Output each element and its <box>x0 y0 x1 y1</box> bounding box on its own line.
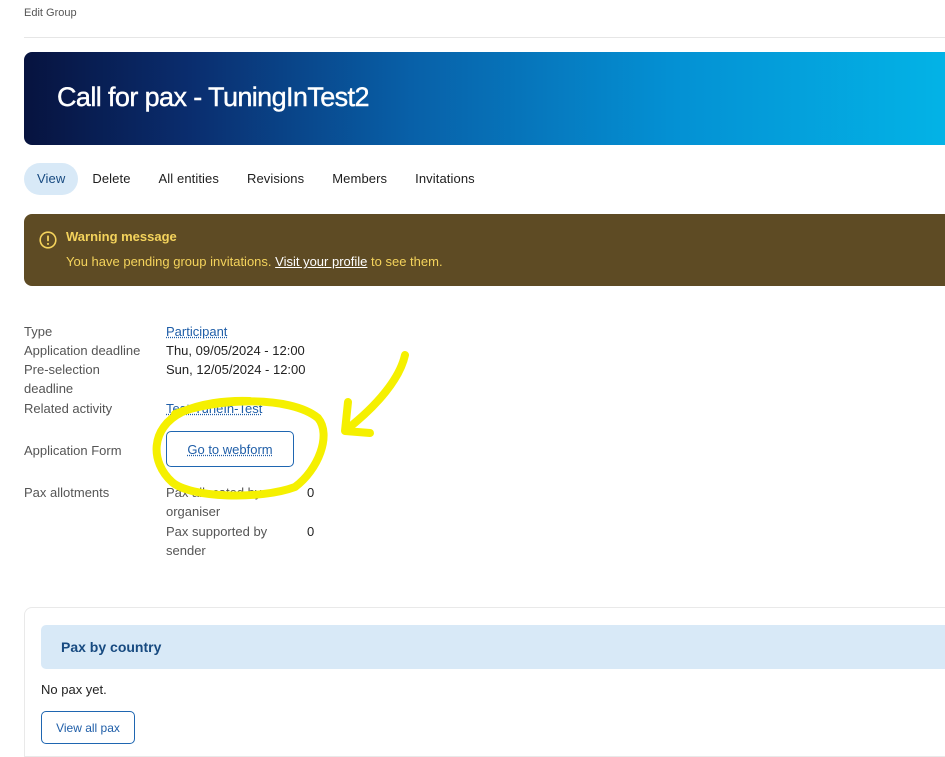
tab-delete[interactable]: Delete <box>78 163 144 195</box>
warning-text: You have pending group invitations. Visi… <box>66 254 443 269</box>
tab-view[interactable]: View <box>24 163 79 195</box>
warning-text-after: to see them. <box>371 254 443 269</box>
preselection-deadline-label-line2: deadline <box>24 381 74 396</box>
page-header-banner: Call for pax - TuningInTest2 <box>24 52 945 145</box>
view-all-pax-button[interactable]: View all pax <box>41 711 135 744</box>
preselection-deadline-value: Sun, 12/05/2024 - 12:00 <box>166 362 306 377</box>
breadcrumb: Edit Group <box>24 7 77 19</box>
tab-revisions[interactable]: Revisions <box>233 163 318 195</box>
divider <box>24 37 945 38</box>
tab-members[interactable]: Members <box>318 163 401 195</box>
warning-message: Warning message You have pending group i… <box>24 214 945 286</box>
card-header: Pax by country <box>41 625 945 669</box>
warning-text-before: You have pending group invitations. <box>66 254 272 269</box>
pax-supported-label-line2: sender <box>166 543 206 558</box>
type-label: Type <box>24 324 53 339</box>
pax-supported-label-line1: Pax supported by <box>166 524 268 539</box>
related-activity-link[interactable]: Test-TuneIn-Test <box>166 399 262 418</box>
go-to-webform-button[interactable]: Go to webform <box>166 431 294 467</box>
tab-all-entities[interactable]: All entities <box>145 163 233 195</box>
application-deadline-value: Thu, 09/05/2024 - 12:00 <box>166 343 305 358</box>
pax-allocated-value: 0 <box>307 485 315 500</box>
visit-profile-link[interactable]: Visit your profile <box>275 254 367 269</box>
tab-invitations[interactable]: Invitations <box>401 163 489 195</box>
pax-allocated-label-line1: Pax allocated by <box>166 485 262 500</box>
exclamation-circle-icon <box>39 231 57 249</box>
arrow-shaft <box>342 351 409 434</box>
card-title: Pax by country <box>61 639 162 655</box>
page-title: Call for pax - TuningInTest2 <box>57 82 370 112</box>
application-deadline-label: Application deadline <box>24 343 141 358</box>
pax-allocated-label-line2: organiser <box>166 504 221 519</box>
related-activity-label: Related activity <box>24 401 113 416</box>
tab-bar: View Delete All entities Revisions Membe… <box>24 163 489 195</box>
type-value-link[interactable]: Participant <box>166 322 227 341</box>
warning-title: Warning message <box>66 229 177 244</box>
application-form-label: Application Form <box>24 443 122 458</box>
arrow-head <box>341 398 374 437</box>
preselection-deadline-label-line1: Pre-selection <box>24 362 100 377</box>
pax-allotments-label: Pax allotments <box>24 485 110 500</box>
pax-supported-value: 0 <box>307 524 315 539</box>
pax-by-country-card: Pax by country No pax yet. View all pax <box>24 607 945 757</box>
empty-state-text: No pax yet. <box>41 682 107 697</box>
